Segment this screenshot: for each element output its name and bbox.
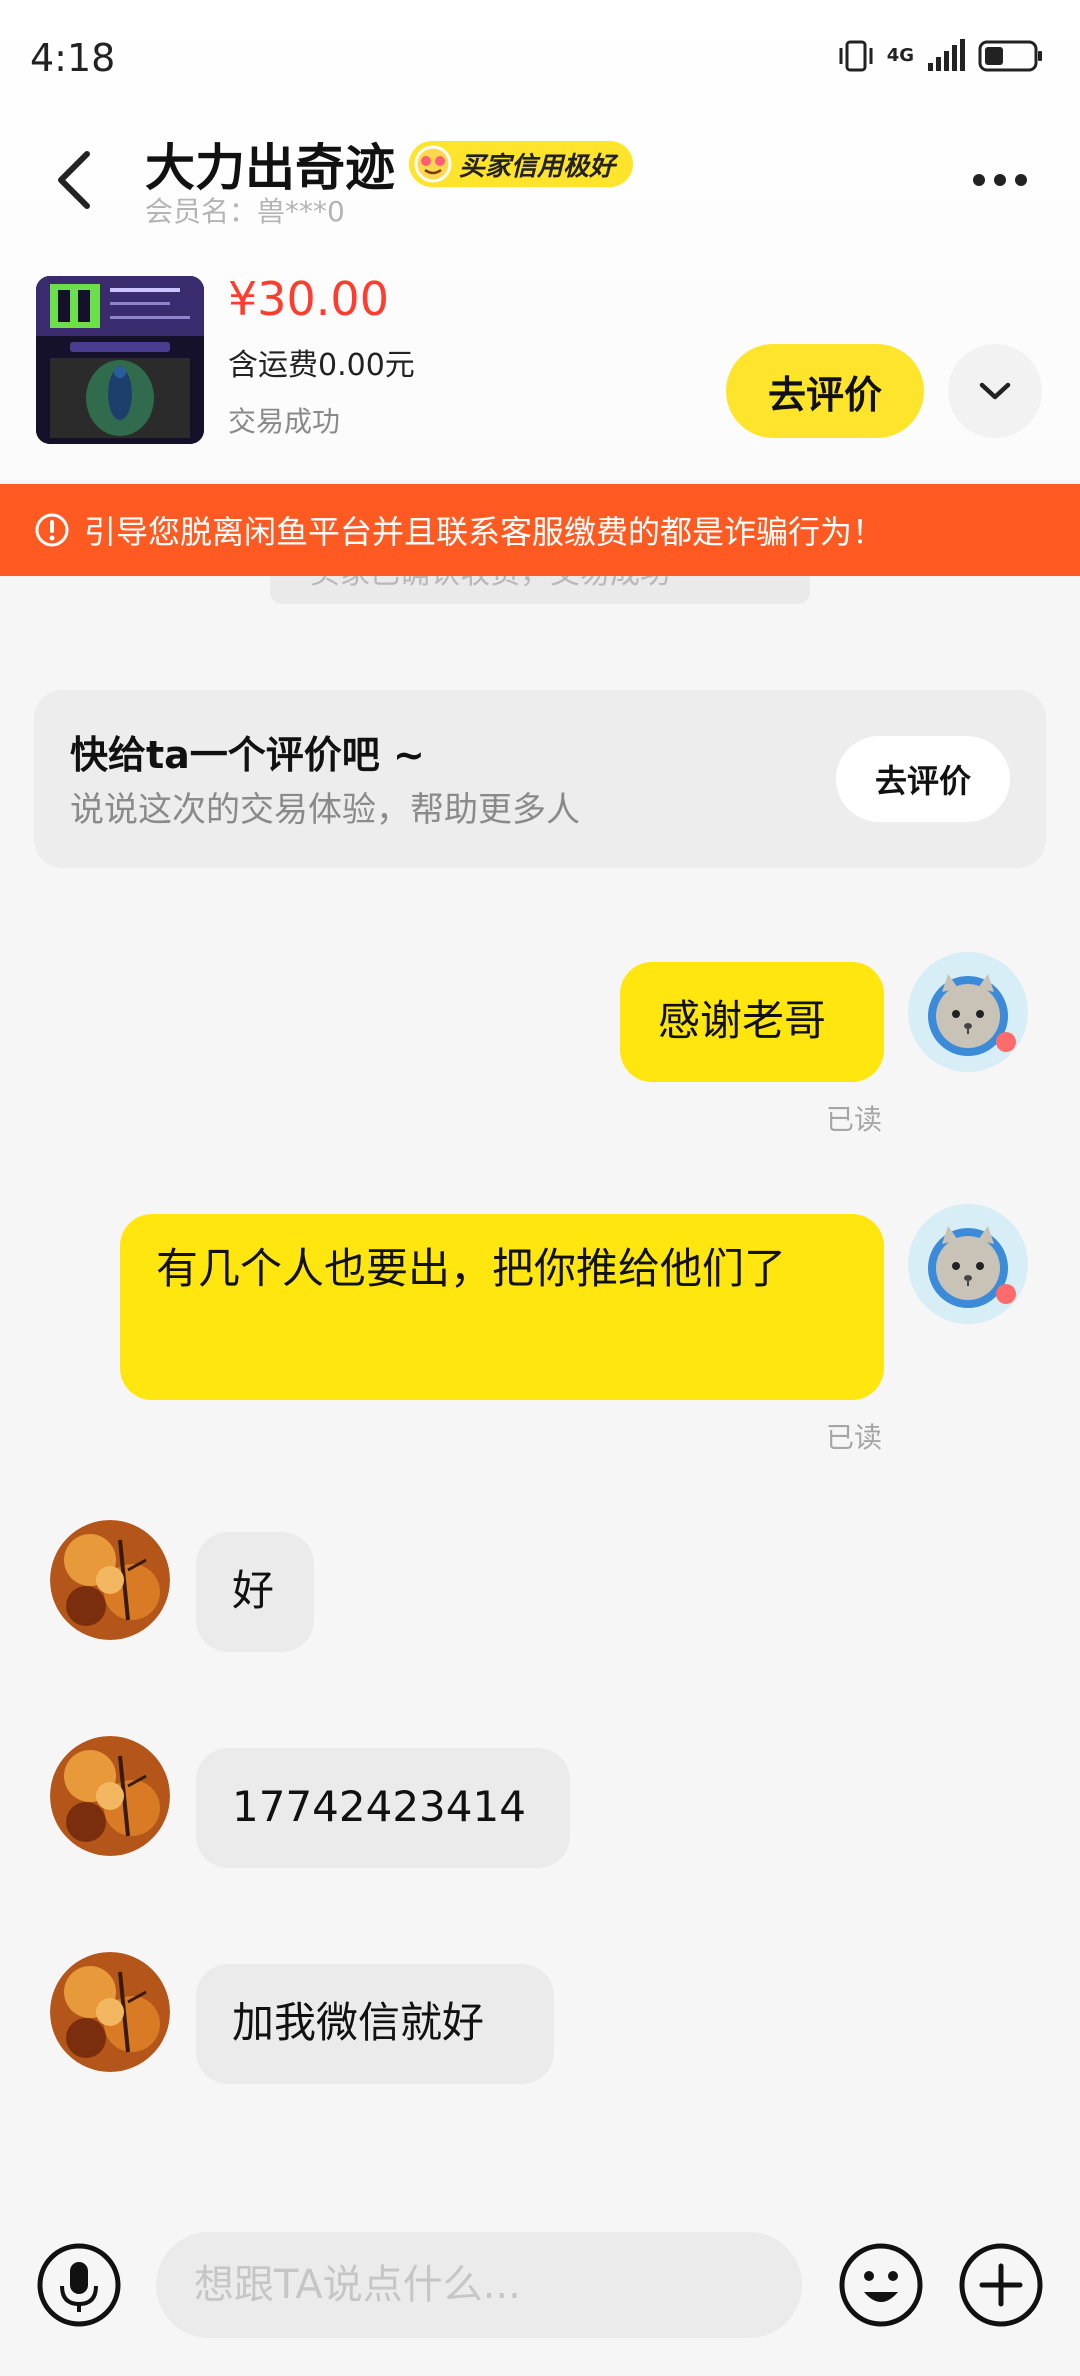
cat-astronaut-avatar-icon <box>908 952 1028 1072</box>
my-avatar[interactable] <box>908 952 1028 1072</box>
status-time: 4:18 <box>30 36 116 80</box>
contact-avatar[interactable] <box>50 1952 170 2072</box>
battery-icon <box>978 40 1042 72</box>
chat-header: 大力出奇迹 买家信用极好 会员名：兽***0 <box>0 120 1080 250</box>
autumn-leaves-avatar-icon <box>50 1520 170 1640</box>
message-input[interactable] <box>156 2232 802 2338</box>
expand-button[interactable] <box>948 344 1042 438</box>
vibrate-icon <box>839 40 873 72</box>
signal-icon <box>928 39 965 71</box>
smile-emoji-icon <box>414 145 452 183</box>
warning-icon <box>35 513 69 547</box>
status-icons: 4G <box>837 38 1044 74</box>
review-prompt-card: 快给ta一个评价吧 ~ 说说这次的交易体验，帮助更多人 去评价 <box>34 690 1046 868</box>
autumn-leaves-avatar-icon <box>50 1952 170 2072</box>
microphone-icon[interactable] <box>36 2242 122 2328</box>
credit-badge[interactable]: 买家信用极好 <box>409 141 634 187</box>
more-dot-icon <box>973 174 985 186</box>
message-bubble-outgoing[interactable]: 感谢老哥 <box>620 962 884 1082</box>
message-bubble-incoming[interactable]: 加我微信就好 <box>196 1964 554 2084</box>
cat-astronaut-avatar-icon <box>908 1204 1028 1324</box>
message-bubble-incoming[interactable]: 好 <box>196 1532 314 1652</box>
contact-avatar[interactable] <box>50 1736 170 1856</box>
credit-badge-label: 买家信用极好 <box>459 151 616 182</box>
message-bubble-incoming[interactable]: 17742423414 <box>196 1748 570 1868</box>
product-price: ¥30.00 <box>228 272 389 326</box>
review-card-subtitle: 说说这次的交易体验，帮助更多人 <box>70 790 580 830</box>
network-type-label: 4G <box>886 45 914 66</box>
contact-avatar[interactable] <box>50 1520 170 1640</box>
read-receipt: 已读 <box>826 1421 883 1454</box>
warning-text: 引导您脱离闲鱼平台并且联系客服缴费的都是诈骗行为！ <box>84 513 885 551</box>
product-thumbnail[interactable] <box>36 276 204 444</box>
plus-icon[interactable] <box>958 2242 1044 2328</box>
more-button[interactable] <box>960 150 1040 210</box>
product-image <box>36 276 204 444</box>
product-summary[interactable]: ¥30.00 含运费0.00元 交易成功 去评价 <box>0 270 1080 450</box>
my-avatar[interactable] <box>908 1204 1028 1324</box>
chevron-left-icon <box>58 151 90 209</box>
member-name: 会员名：兽***0 <box>145 195 345 228</box>
more-dot-icon <box>994 174 1006 186</box>
input-bar <box>0 2220 1080 2376</box>
chevron-down-icon <box>979 382 1011 400</box>
review-card-title: 快给ta一个评价吧 ~ <box>70 733 425 777</box>
read-receipt: 已读 <box>826 1103 883 1136</box>
review-button[interactable]: 去评价 <box>726 344 924 438</box>
product-shipping: 含运费0.00元 <box>228 348 415 383</box>
status-bar: 4:18 4G <box>0 0 1080 120</box>
autumn-leaves-avatar-icon <box>50 1736 170 1856</box>
fraud-warning-banner: 引导您脱离闲鱼平台并且联系客服缴费的都是诈骗行为！ <box>0 484 1080 576</box>
back-button[interactable] <box>40 140 110 220</box>
emoji-icon[interactable] <box>838 2242 924 2328</box>
message-bubble-outgoing[interactable]: 有几个人也要出，把你推给他们了 <box>120 1214 884 1400</box>
more-dot-icon <box>1015 174 1027 186</box>
trade-status: 交易成功 <box>228 405 341 438</box>
review-card-button[interactable]: 去评价 <box>836 736 1010 822</box>
